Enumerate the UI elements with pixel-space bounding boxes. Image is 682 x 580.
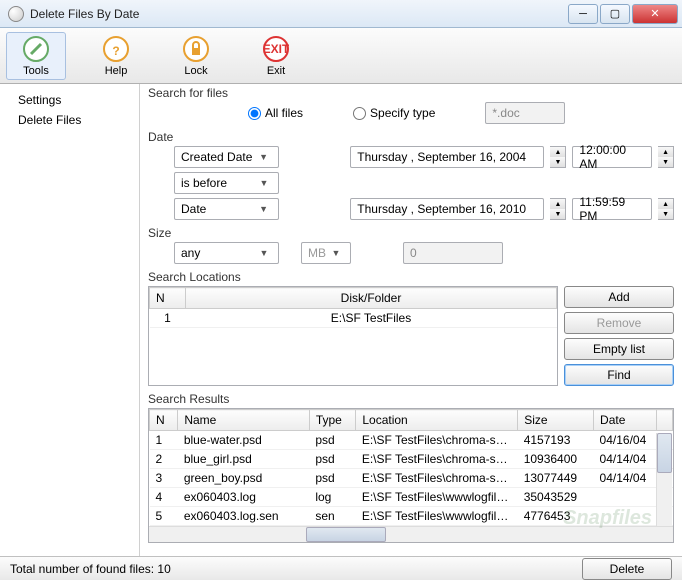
results-scrollbar-h[interactable] (149, 526, 673, 542)
locations-table: N Disk/Folder 1E:\SF TestFiles (148, 286, 558, 386)
time2-spinner[interactable]: ▲▼ (658, 198, 674, 220)
titlebar: Delete Files By Date ─ ▢ ✕ (0, 0, 682, 28)
tools-button[interactable]: Tools (6, 32, 66, 80)
search-files-label: Search for files (148, 86, 674, 100)
window-title: Delete Files By Date (30, 7, 568, 21)
lock-icon (182, 35, 210, 63)
date1-spinner[interactable]: ▲▼ (550, 146, 566, 168)
table-row[interactable]: 1E:\SF TestFiles (150, 309, 557, 328)
total-files-text: Total number of found files: 10 (10, 562, 171, 576)
app-icon (8, 6, 24, 22)
locations-group-label: Search Locations (148, 270, 674, 284)
chevron-down-icon: ▼ (256, 178, 272, 188)
svg-text:EXIT: EXIT (263, 42, 289, 56)
help-button[interactable]: ? Help (86, 32, 146, 80)
chevron-down-icon: ▼ (256, 248, 272, 258)
sidebar-item-settings[interactable]: Settings (0, 90, 139, 110)
main-panel: Search for files All files Specify type … (140, 84, 682, 556)
minimize-button[interactable]: ─ (568, 4, 598, 24)
table-row[interactable]: 5ex060403.log.sensenE:\SF TestFiles\wwwl… (150, 507, 673, 526)
exit-icon: EXIT (262, 35, 290, 63)
results-group-label: Search Results (148, 392, 674, 406)
add-button[interactable]: Add (564, 286, 674, 308)
size-unit-combo[interactable]: MB▼ (301, 242, 351, 264)
exit-button[interactable]: EXIT Exit (246, 32, 306, 80)
date1-picker[interactable]: Thursday , September 16, 2004 (350, 146, 544, 168)
help-label: Help (89, 65, 143, 77)
time2-picker[interactable]: 11:59:59 PM (572, 198, 652, 220)
time1-picker[interactable]: 12:00:00 AM (572, 146, 652, 168)
close-button[interactable]: ✕ (632, 4, 678, 24)
table-row[interactable]: 3green_boy.psdpsdE:\SF TestFiles\chroma-… (150, 469, 673, 488)
delete-button[interactable]: Delete (582, 558, 672, 580)
date-op-combo[interactable]: is before▼ (174, 172, 279, 194)
empty-list-button[interactable]: Empty list (564, 338, 674, 360)
size-group-label: Size (148, 226, 674, 240)
tools-label: Tools (9, 65, 63, 77)
results-col-name[interactable]: Name (178, 410, 310, 431)
date-group-label: Date (148, 130, 674, 144)
toolbar: Tools ? Help Lock EXIT Exit (0, 28, 682, 84)
specify-type-radio[interactable]: Specify type (353, 106, 435, 120)
size-value-input[interactable]: 0 (403, 242, 503, 264)
date2-spinner[interactable]: ▲▼ (550, 198, 566, 220)
table-row[interactable]: 2blue_girl.psdpsdE:\SF TestFiles\chroma-… (150, 450, 673, 469)
table-row[interactable]: 1blue-water.psdpsdE:\SF TestFiles\chroma… (150, 431, 673, 450)
type-pattern-input[interactable]: *.doc (485, 102, 565, 124)
results-col-n[interactable]: N (150, 410, 178, 431)
date-field-combo[interactable]: Created Date▼ (174, 146, 279, 168)
date-against-combo[interactable]: Date▼ (174, 198, 279, 220)
date2-picker[interactable]: Thursday , September 16, 2010 (350, 198, 544, 220)
results-col-size[interactable]: Size (518, 410, 594, 431)
specify-type-label: Specify type (370, 106, 435, 120)
results-table: N Name Type Location Size Date 1blue-wat… (148, 408, 674, 543)
exit-label: Exit (249, 65, 303, 77)
chevron-down-icon: ▼ (328, 248, 344, 258)
sidebar-item-delete-files[interactable]: Delete Files (0, 110, 139, 130)
table-row[interactable]: 4ex060403.loglogE:\SF TestFiles\wwwlogfi… (150, 488, 673, 507)
remove-button[interactable]: Remove (564, 312, 674, 334)
chevron-down-icon: ▼ (256, 152, 272, 162)
find-button[interactable]: Find (564, 364, 674, 386)
results-col-location[interactable]: Location (356, 410, 518, 431)
question-icon: ? (102, 35, 130, 63)
maximize-button[interactable]: ▢ (600, 4, 630, 24)
time1-spinner[interactable]: ▲▼ (658, 146, 674, 168)
size-mode-combo[interactable]: any▼ (174, 242, 279, 264)
pencil-icon (22, 35, 50, 63)
results-col-type[interactable]: Type (309, 410, 356, 431)
results-scrollbar-v[interactable] (656, 433, 672, 527)
svg-text:?: ? (112, 44, 119, 58)
chevron-down-icon: ▼ (256, 204, 272, 214)
all-files-radio[interactable]: All files (248, 106, 303, 120)
lock-label: Lock (169, 65, 223, 77)
locations-col-n[interactable]: N (150, 288, 186, 309)
locations-col-path[interactable]: Disk/Folder (186, 288, 557, 309)
sidebar: Settings Delete Files (0, 84, 140, 556)
all-files-label: All files (265, 106, 303, 120)
results-col-date[interactable]: Date (594, 410, 657, 431)
lock-button[interactable]: Lock (166, 32, 226, 80)
footer: Total number of found files: 10 Delete (0, 556, 682, 580)
